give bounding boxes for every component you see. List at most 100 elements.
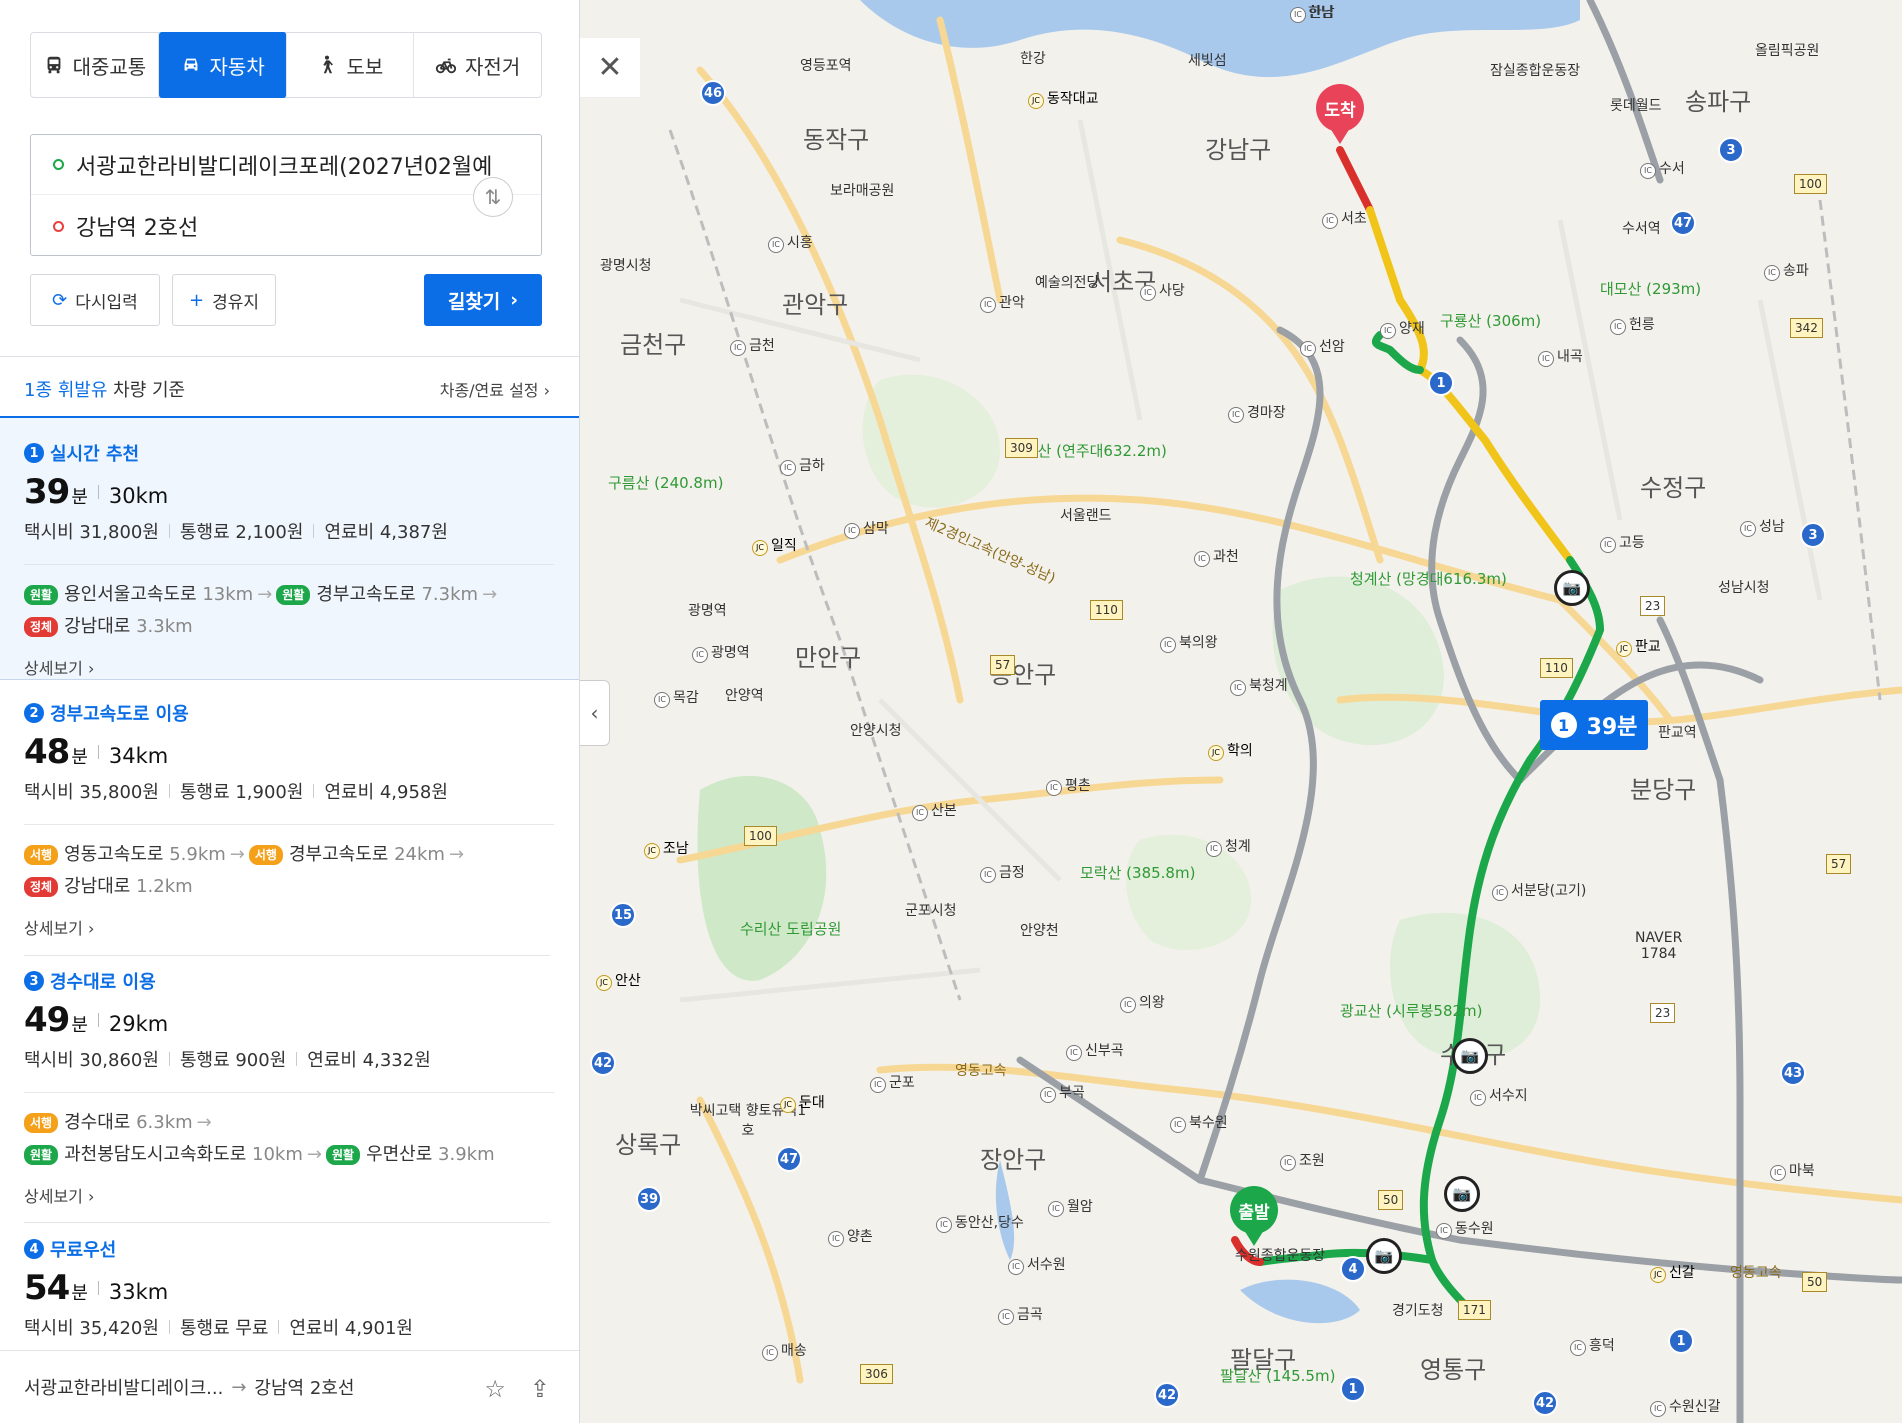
separator xyxy=(97,745,99,759)
district-label: 동작구 xyxy=(803,126,870,154)
place-label: 경기도청 xyxy=(1392,1303,1444,1319)
route-number-badge: 1 xyxy=(1550,712,1577,738)
mountain-label: 구름산 (240.8m) xyxy=(608,474,724,492)
start-marker[interactable]: 출발 xyxy=(1230,1186,1278,1246)
route-shield: 1 xyxy=(1668,1328,1694,1354)
separator xyxy=(97,485,99,499)
ic-label: IC 동수원 xyxy=(1436,1218,1494,1239)
route-number-badge: 1 xyxy=(24,443,44,463)
ic-label: IC 금곡 xyxy=(998,1304,1043,1325)
route-title-text: 경부고속도로 이용 xyxy=(50,704,189,725)
road-length: 6.3km xyxy=(136,1112,193,1133)
route-time: 54 분 33km xyxy=(24,1268,579,1308)
collapse-sidebar-icon[interactable]: ‹ xyxy=(580,680,610,746)
arrow-right-icon: → xyxy=(196,1112,212,1133)
highway-shield: 309 xyxy=(1005,438,1038,458)
ic-label: IC 의왕 xyxy=(1120,992,1165,1013)
traffic-badge: 원활 xyxy=(276,585,311,605)
reset-button[interactable]: ⟳ 다시입력 xyxy=(30,274,160,326)
speed-camera-icon: 📷 xyxy=(1452,1038,1488,1074)
place-label: 잠실종합운동장 xyxy=(1490,63,1581,79)
traffic-badge: 서행 xyxy=(24,1113,59,1133)
fuel-basis: 1종 휘발유 차량 기준 xyxy=(24,376,185,402)
destination-field[interactable]: 강남역 2호선 xyxy=(31,196,471,256)
ic-label: IC 매송 xyxy=(762,1340,807,1361)
ic-label: IC 서수원 xyxy=(1008,1254,1066,1275)
route-time-bubble[interactable]: 1 39분 xyxy=(1540,700,1648,750)
ic-name: 한남 xyxy=(1309,5,1335,21)
highway-shield: 171 xyxy=(1458,1300,1491,1320)
star-icon[interactable]: ☆ xyxy=(484,1375,506,1403)
route-card-1[interactable]: 1 실시간 추천 39 분 30km 택시비 31,800원 통행료 2,100원 … xyxy=(0,418,579,680)
jc-name: 동작대교 xyxy=(1047,91,1099,107)
find-label: 길찾기 xyxy=(447,290,501,313)
fuel-setting-row: 1종 휘발유 차량 기준 차종/연료 설정 › xyxy=(24,374,550,404)
tab-car[interactable]: 자동차 xyxy=(158,32,287,98)
route-card-2[interactable]: 2 경부고속도로 이용 48 분 34km 택시비 35,800원 통행료 1,90… xyxy=(0,700,579,940)
details-link[interactable]: 상세보기 › xyxy=(24,1183,579,1207)
origin-field[interactable]: 서광교한라비발디레이크포레(2027년02월예 xyxy=(31,135,541,195)
place-label: 안양시청 xyxy=(850,723,902,739)
ic-name: 동수원 xyxy=(1455,1221,1494,1237)
taxi-fare: 택시비 35,420원 xyxy=(24,1318,159,1339)
route-title: 4 무료우선 xyxy=(24,1236,579,1262)
destination-marker[interactable]: 도착 xyxy=(1316,84,1364,144)
route-title: 1 실시간 추천 xyxy=(24,440,579,466)
reset-label: 다시입력 xyxy=(75,292,138,313)
ic-label: IC 송파 xyxy=(1764,260,1809,281)
fuel-cost: 연료비 4,387원 xyxy=(324,522,448,543)
ic-label: IC 수원신갈 xyxy=(1650,1396,1721,1417)
mountain-label: 팔달산 (145.5m) xyxy=(1220,1367,1336,1385)
add-waypoint-button[interactable]: + 경유지 xyxy=(172,274,276,326)
tab-public-transit[interactable]: 대중교통 xyxy=(31,33,159,97)
district-label: 상록구 xyxy=(615,1131,682,1159)
ic-label: IC 군포 xyxy=(870,1072,915,1093)
place-label: 수원종합운동장 xyxy=(1235,1248,1326,1264)
mountain-label: 수리산 도립공원 xyxy=(740,920,842,938)
swap-icon[interactable]: ⇅ xyxy=(473,177,513,217)
route-time: 48 분 34km xyxy=(24,732,579,772)
jc-name: 둔대 xyxy=(799,1095,825,1111)
route-shield: 42 xyxy=(590,1050,616,1076)
close-icon[interactable]: ✕ xyxy=(580,38,640,98)
jc-label: JC 동작대교 xyxy=(1028,88,1099,109)
tab-walk[interactable]: 도보 xyxy=(287,33,415,97)
route-costs: 택시비 35,800원 통행료 1,900원 연료비 4,958원 xyxy=(24,778,579,804)
highway-shield: 110 xyxy=(1540,658,1573,678)
vehicle-fuel-settings-link[interactable]: 차종/연료 설정 › xyxy=(440,377,550,401)
details-link[interactable]: 상세보기 › xyxy=(24,915,579,939)
share-icon[interactable]: ⇪ xyxy=(530,1375,550,1403)
ic-label: IC 경마장 xyxy=(1228,402,1286,423)
place-label: 올림픽공원 xyxy=(1755,43,1820,59)
route-shield: 47 xyxy=(776,1146,802,1172)
naver-name: NAVER xyxy=(1635,930,1683,946)
district-label: 금천구 xyxy=(620,331,687,359)
ic-label: IC 북의왕 xyxy=(1160,632,1218,653)
duration-unit: 분 xyxy=(71,1015,88,1036)
ic-label: IC 흥덕 xyxy=(1570,1335,1615,1356)
route-card-4[interactable]: 4 무료우선 54 분 33km 택시비 35,420원 통행료 무료 연료비 4,… xyxy=(0,1236,579,1356)
ic-name: 금곡 xyxy=(1017,1307,1043,1323)
jc-label: JC 둔대 xyxy=(780,1092,825,1113)
jc-label: JC 안산 xyxy=(596,970,641,991)
ic-name: 서수지 xyxy=(1489,1088,1528,1104)
road-length: 7.3km xyxy=(421,584,479,605)
details-link[interactable]: 상세보기 › xyxy=(24,655,579,679)
place-label: 안양천 xyxy=(1020,923,1059,939)
tab-bicycle[interactable]: 자전거 xyxy=(414,33,541,97)
route-card-3[interactable]: 3 경수대로 이용 49 분 29km 택시비 30,860원 통행료 900원 연… xyxy=(0,968,579,1208)
waypoint-label: 경유지 xyxy=(212,292,259,313)
ic-label: IC 부곡 xyxy=(1040,1082,1085,1103)
ic-label: IC 청계 xyxy=(1206,836,1251,857)
ic-name: 부곡 xyxy=(1059,1085,1085,1101)
ic-name: 사당 xyxy=(1159,283,1185,299)
ic-name: 조원 xyxy=(1299,1153,1325,1169)
map-view[interactable]: 동작구 강남구 서초구 관악구 금천구 수정구 만안구 동안구 분당구 수지구 … xyxy=(580,0,1902,1423)
action-buttons: ⟳ 다시입력 + 경유지 길찾기 › xyxy=(30,274,542,326)
route-shield: 47 xyxy=(1670,210,1696,236)
route-time-text: 39분 xyxy=(1586,715,1638,740)
ic-name: 헌릉 xyxy=(1629,317,1655,333)
find-route-button[interactable]: 길찾기 › xyxy=(424,274,542,326)
highway-shield: 23 xyxy=(1640,596,1666,616)
ic-label: IC 서분당(고기) xyxy=(1492,880,1586,901)
